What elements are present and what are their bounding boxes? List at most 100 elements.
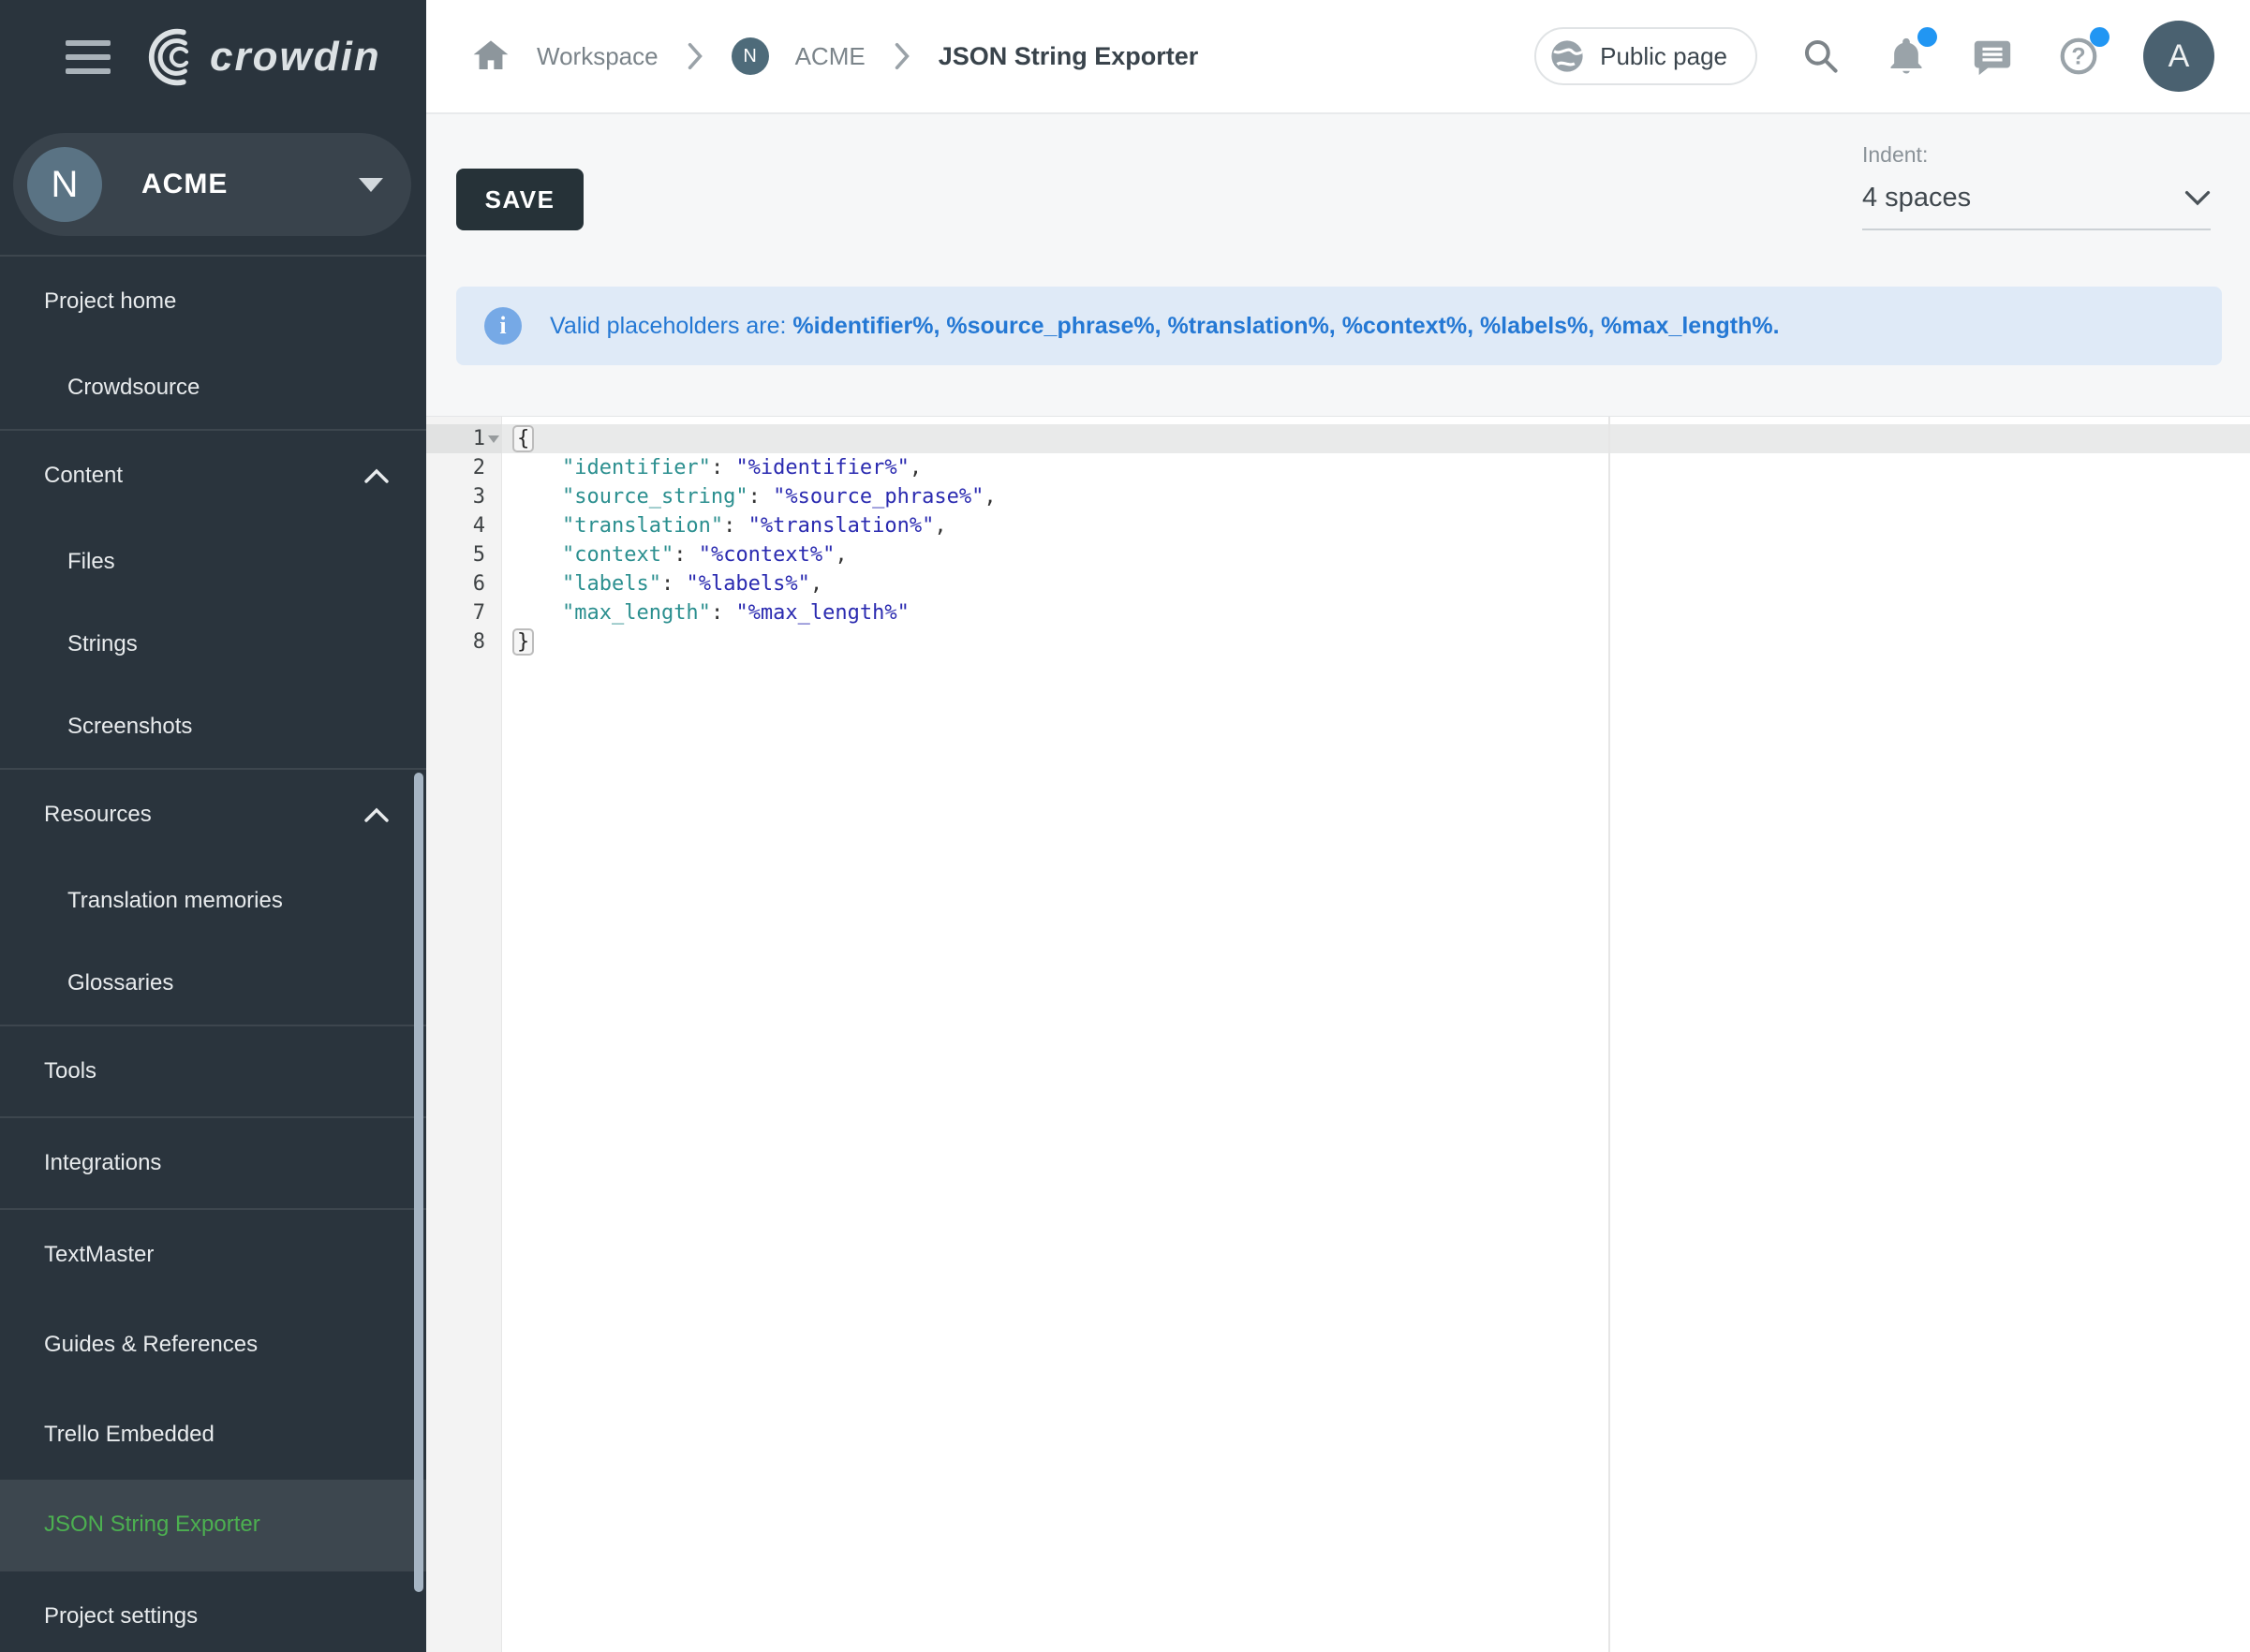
code-editor[interactable]: 1{2 "identifier": "%identifier%",3 "sour… bbox=[426, 416, 2250, 1652]
code-line[interactable]: 1{ bbox=[426, 424, 2250, 453]
chat-icon[interactable] bbox=[1971, 35, 2014, 78]
sidebar-item-textmaster[interactable]: TextMaster bbox=[0, 1210, 426, 1300]
indent-label: Indent: bbox=[1862, 142, 2211, 168]
print-margin-line bbox=[1608, 417, 1610, 1652]
info-banner: i Valid placeholders are: %identifier%, … bbox=[456, 287, 2222, 365]
sidebar-item-screenshots[interactable]: Screenshots bbox=[0, 686, 426, 768]
sidebar-item-label: Content bbox=[44, 463, 364, 489]
sidebar-item-label: Integrations bbox=[44, 1150, 389, 1176]
sidebar-item-label: Guides & References bbox=[44, 1332, 389, 1358]
sidebar-item-resources[interactable]: Resources bbox=[0, 770, 426, 860]
indent-value: 4 spaces bbox=[1862, 183, 1971, 214]
sidebar-item-label: JSON String Exporter bbox=[44, 1512, 389, 1538]
sidebar-item-strings[interactable]: Strings bbox=[0, 603, 426, 686]
sidebar-item-translation-memories[interactable]: Translation memories bbox=[0, 860, 426, 942]
code-line[interactable]: 2 "identifier": "%identifier%", bbox=[426, 453, 2250, 482]
breadcrumb-workspace[interactable]: Workspace bbox=[537, 42, 659, 71]
sidebar: crowdin N ACME Project home Crowdsource Co… bbox=[0, 0, 426, 1652]
line-content: "identifier": "%identifier%", bbox=[502, 453, 922, 482]
sidebar-item-label: TextMaster bbox=[44, 1242, 389, 1268]
breadcrumb: Workspace N ACME JSON String Exporter bbox=[471, 37, 1198, 76]
sidebar-item-content[interactable]: Content bbox=[0, 431, 426, 521]
sidebar-item-json-string-exporter[interactable]: JSON String Exporter bbox=[0, 1480, 426, 1570]
help-icon[interactable]: ? bbox=[2057, 35, 2100, 78]
sidebar-item-label: Files bbox=[67, 549, 389, 575]
chevron-down-icon bbox=[359, 178, 383, 192]
code-line[interactable]: 3 "source_string": "%source_phrase%", bbox=[426, 482, 2250, 511]
sidebar-item-trello-embedded[interactable]: Trello Embedded bbox=[0, 1390, 426, 1480]
public-page-label: Public page bbox=[1600, 42, 1727, 71]
code-line[interactable]: 8} bbox=[426, 627, 2250, 656]
page-title: JSON String Exporter bbox=[939, 42, 1199, 71]
sidebar-item-label: Trello Embedded bbox=[44, 1422, 389, 1448]
sidebar-top: crowdin bbox=[0, 0, 426, 114]
fold-caret-icon[interactable] bbox=[488, 435, 499, 443]
banner-placeholders: %identifier%, %source_phrase%, %translat… bbox=[792, 313, 1779, 339]
sidebar-item-glossaries[interactable]: Glossaries bbox=[0, 942, 426, 1025]
line-content: } bbox=[502, 627, 534, 656]
sidebar-nav: Project home Crowdsource Content Files Strin… bbox=[0, 255, 426, 1652]
line-number: 6 bbox=[426, 569, 502, 598]
chevron-up-icon bbox=[364, 807, 389, 822]
editor-rows: 1{2 "identifier": "%identifier%",3 "sour… bbox=[426, 424, 2250, 656]
public-page-button[interactable]: Public page bbox=[1534, 27, 1757, 85]
sidebar-item-crowdsource[interactable]: Crowdsource bbox=[0, 347, 426, 429]
line-content: "max_length": "%max_length%" bbox=[502, 598, 910, 627]
sidebar-item-label: Screenshots bbox=[67, 714, 389, 740]
line-number: 4 bbox=[426, 511, 502, 540]
sidebar-item-label: Translation memories bbox=[67, 888, 389, 914]
sidebar-item-label: Tools bbox=[44, 1058, 389, 1084]
code-line[interactable]: 4 "translation": "%translation%", bbox=[426, 511, 2250, 540]
sidebar-scrollbar[interactable] bbox=[414, 773, 423, 1592]
sidebar-item-guides-references[interactable]: Guides & References bbox=[0, 1300, 426, 1390]
topbar-actions: Public page bbox=[1534, 21, 2214, 92]
home-icon[interactable] bbox=[471, 37, 511, 76]
indent-control: Indent: 4 spaces bbox=[1862, 142, 2211, 230]
search-icon[interactable] bbox=[1800, 36, 1842, 77]
svg-text:?: ? bbox=[2071, 44, 2085, 70]
code-line[interactable]: 7 "max_length": "%max_length%" bbox=[426, 598, 2250, 627]
globe-icon bbox=[1547, 37, 1587, 76]
code-line[interactable]: 5 "context": "%context%", bbox=[426, 540, 2250, 569]
line-content: "labels": "%labels%", bbox=[502, 569, 822, 598]
sidebar-item-label: Resources bbox=[44, 802, 364, 828]
chevron-right-icon bbox=[685, 42, 705, 70]
line-number: 5 bbox=[426, 540, 502, 569]
code-line[interactable]: 6 "labels": "%labels%", bbox=[426, 569, 2250, 598]
breadcrumb-project[interactable]: ACME bbox=[795, 42, 866, 71]
sidebar-item-label: Strings bbox=[67, 631, 389, 657]
line-content: "translation": "%translation%", bbox=[502, 511, 947, 540]
org-switcher[interactable]: N ACME bbox=[13, 133, 411, 236]
notifications-bell-icon[interactable] bbox=[1885, 35, 1928, 78]
sidebar-item-tools[interactable]: Tools bbox=[0, 1026, 426, 1116]
line-number: 7 bbox=[426, 598, 502, 627]
hamburger-icon[interactable] bbox=[66, 40, 111, 74]
chevron-right-icon bbox=[892, 42, 912, 70]
main-area: Workspace N ACME JSON String Exporter Pu… bbox=[426, 0, 2250, 1652]
sidebar-item-integrations[interactable]: Integrations bbox=[0, 1118, 426, 1208]
topbar: Workspace N ACME JSON String Exporter Pu… bbox=[426, 0, 2250, 114]
user-avatar[interactable]: A bbox=[2143, 21, 2214, 92]
crowdin-logo-mark bbox=[146, 27, 200, 87]
info-icon: i bbox=[484, 307, 522, 345]
line-number: 8 bbox=[426, 627, 502, 656]
line-content: { bbox=[502, 424, 534, 453]
sidebar-item-project-settings[interactable]: Project settings bbox=[0, 1571, 426, 1652]
chevron-up-icon bbox=[364, 468, 389, 483]
sidebar-item-files[interactable]: Files bbox=[0, 521, 426, 603]
notification-badge bbox=[1917, 27, 1937, 47]
line-content: "source_string": "%source_phrase%", bbox=[502, 482, 997, 511]
help-badge bbox=[2090, 27, 2109, 47]
crowdin-logo[interactable]: crowdin bbox=[146, 27, 381, 87]
line-content: "context": "%context%", bbox=[502, 540, 848, 569]
chevron-down-icon bbox=[2184, 190, 2211, 207]
sidebar-item-project-home[interactable]: Project home bbox=[0, 257, 426, 347]
save-button[interactable]: SAVE bbox=[456, 169, 584, 230]
sidebar-item-label: Project settings bbox=[44, 1603, 389, 1630]
sidebar-item-label: Project home bbox=[44, 288, 389, 315]
org-avatar: N bbox=[27, 147, 102, 222]
org-name: ACME bbox=[141, 169, 319, 200]
indent-select[interactable]: 4 spaces bbox=[1862, 183, 2211, 230]
crowdin-logo-text: crowdin bbox=[210, 34, 381, 81]
line-number: 1 bbox=[426, 424, 502, 453]
